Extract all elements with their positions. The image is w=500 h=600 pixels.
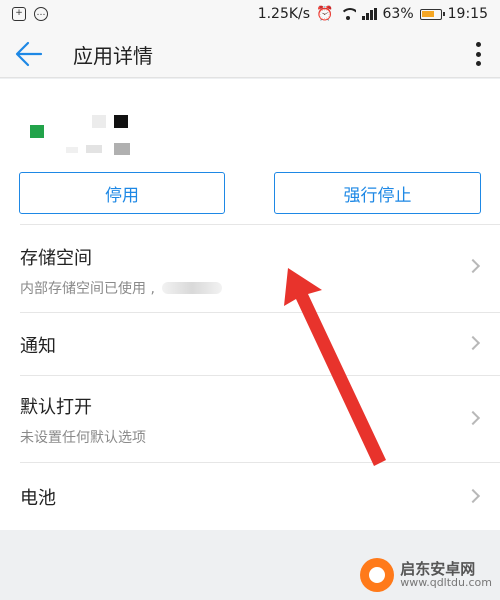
page-title: 应用详情 (73, 44, 153, 68)
app-info-header (20, 93, 480, 165)
force-stop-button[interactable]: 强行停止 (274, 172, 481, 214)
divider (20, 224, 500, 225)
chevron-right-icon (465, 488, 481, 504)
chevron-right-icon (465, 410, 481, 426)
settings-item-open-by-default[interactable]: 默认打开 未设置任何默认选项 (0, 375, 500, 462)
battery-percent: 63% (382, 6, 414, 22)
network-speed: 1.25K/s (257, 6, 311, 22)
clock: 19:15 (447, 6, 488, 22)
message-icon: … (34, 7, 48, 21)
divider (20, 312, 500, 313)
back-arrow-icon[interactable] (14, 40, 44, 68)
settings-item-subtitle: 内部存储空间已使用 , (20, 281, 155, 297)
settings-item-label: 通知 (20, 336, 56, 357)
chevron-right-icon (465, 335, 481, 351)
watermark-title: 启东安卓网 (400, 559, 476, 578)
storage-usage-value (162, 282, 222, 294)
sim-card-icon: + (12, 7, 26, 21)
app-icon (26, 109, 136, 169)
alarm-icon: ⏰ (316, 6, 334, 22)
signal-icon (361, 8, 377, 20)
watermark: 启东安卓网 www.qdltdu.com (360, 558, 492, 592)
divider (20, 375, 500, 376)
battery-icon (419, 8, 445, 20)
status-right: 1.25K/s ⏰ 63% 19:15 (258, 6, 488, 22)
settings-item-subtitle: 未设置任何默认选项 (20, 430, 146, 446)
watermark-logo-icon (360, 558, 395, 592)
settings-item-label: 电池 (20, 488, 56, 509)
chevron-right-icon (465, 258, 481, 274)
app-bar: 应用详情 (0, 30, 500, 78)
settings-item-notifications[interactable]: 通知 (0, 312, 500, 375)
settings-item-storage[interactable]: 存储空间 内部存储空间已使用 , (0, 224, 500, 312)
settings-item-label: 默认打开 (20, 397, 92, 418)
status-bar: + … 1.25K/s ⏰ 63% 19:15 (0, 0, 500, 30)
app-details-panel: 停用 强行停止 存储空间 内部存储空间已使用 , 通知 默认打开 未设置任何默认… (0, 79, 500, 530)
settings-item-label: 存储空间 (20, 248, 92, 269)
settings-item-battery[interactable]: 电池 (0, 462, 500, 530)
divider (20, 462, 500, 463)
more-vert-icon[interactable] (472, 42, 484, 66)
status-left-icons: + … (12, 7, 48, 21)
watermark-url: www.qdltdu.com (400, 576, 492, 590)
disable-button[interactable]: 停用 (19, 172, 225, 214)
wifi-icon (339, 8, 356, 20)
